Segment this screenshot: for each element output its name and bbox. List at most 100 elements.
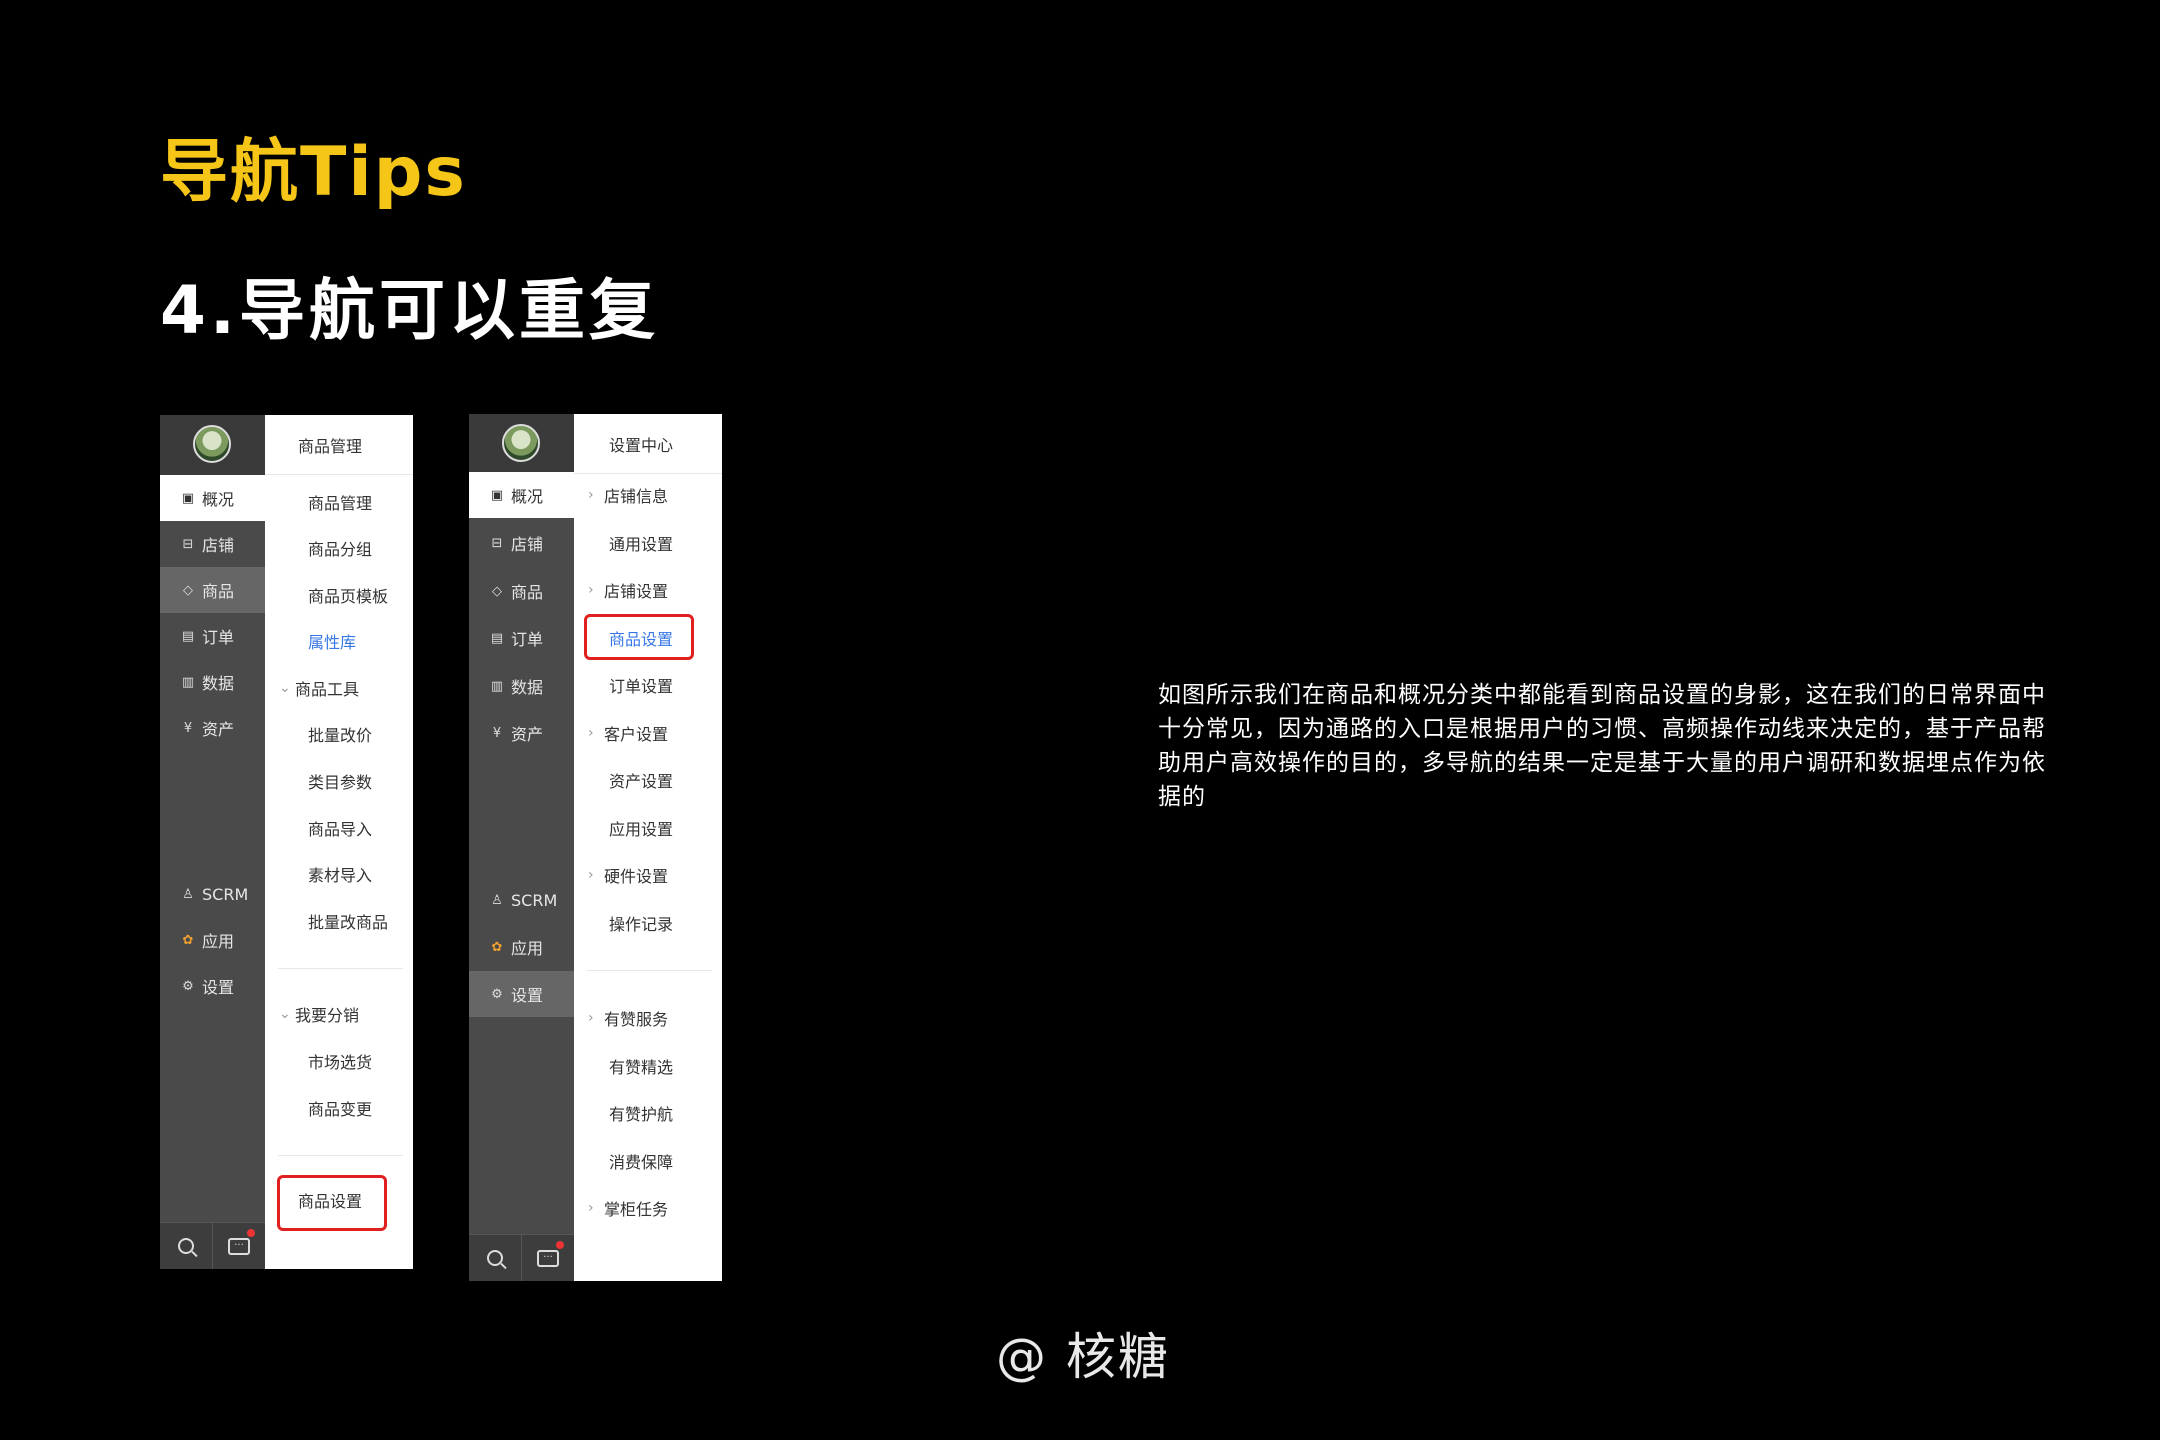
- highlight-box: [277, 1175, 387, 1231]
- chevron-right-icon: ›: [588, 725, 594, 741]
- rail-item-data[interactable]: ▥ 数据: [160, 659, 265, 705]
- subnav-item[interactable]: 素材导入: [265, 851, 413, 897]
- subnav-item[interactable]: 商品导入: [265, 805, 413, 851]
- subnav-item-label: 批量改价: [308, 726, 373, 745]
- rail-header: [469, 414, 574, 474]
- rail-item-label: 订单: [511, 630, 544, 649]
- rail-item-apps[interactable]: ✿ 应用: [160, 917, 265, 963]
- rail-item-goods[interactable]: ◇ 商品: [469, 568, 574, 614]
- apps-icon: ✿: [182, 932, 194, 948]
- chevron-right-icon: ›: [588, 1200, 594, 1216]
- subnav-item-label: 店铺设置: [604, 582, 669, 601]
- rail-item-label: 数据: [511, 678, 544, 697]
- messages-button[interactable]: ···: [521, 1235, 574, 1281]
- rail-item-label: 概况: [202, 490, 235, 509]
- subnav-item[interactable]: › 掌柜任务: [574, 1185, 722, 1231]
- subnav-item-label: 资产设置: [609, 772, 674, 791]
- dashboard-icon: ▣: [490, 487, 504, 503]
- subnav-group-label: 我要分销: [295, 1006, 360, 1025]
- section-subtitle: 4.导航可以重复: [160, 272, 659, 349]
- rail-item-label: 应用: [202, 932, 235, 951]
- chevron-down-icon: ⌄: [279, 1006, 291, 1022]
- subnav-item[interactable]: 有赞护航: [574, 1090, 722, 1136]
- chevron-right-icon: ›: [588, 867, 594, 883]
- rail-footer: ···: [469, 1234, 574, 1281]
- dashboard-icon: ▣: [181, 490, 195, 506]
- description-text: 如图所示我们在商品和概况分类中都能看到商品设置的身影，这在我们的日常界面中十分常…: [1158, 682, 2046, 810]
- subnav-item-label: 客户设置: [604, 725, 669, 744]
- subnav-item[interactable]: 商品管理: [265, 479, 413, 525]
- subnav-item[interactable]: › 店铺设置: [574, 567, 722, 613]
- left-nav-panel: ▣ 概况 ⊟ 店铺 ◇ 商品 ▤ 订单 ▥ 数据 ¥ 资产 ♙ SCRM ✿ 应用 ⚙ 设置 ··…: [160, 415, 413, 1269]
- rail-item-goods[interactable]: ◇ 商品: [160, 567, 265, 613]
- subnav-item-label: 商品导入: [308, 820, 373, 839]
- subnav-group-distribution[interactable]: ⌄ 我要分销: [265, 991, 413, 1037]
- subnav-item[interactable]: 有赞精选: [574, 1043, 722, 1089]
- subnav-item[interactable]: 批量改商品: [265, 898, 413, 944]
- subnav-item[interactable]: 操作记录: [574, 900, 722, 946]
- subnav-item[interactable]: 订单设置: [574, 662, 722, 708]
- subnav-item[interactable]: 应用设置: [574, 805, 722, 851]
- subnav-group-label: 商品工具: [295, 680, 360, 699]
- subnav-item-label: 硬件设置: [604, 867, 669, 886]
- primary-rail: ▣ 概况 ⊟ 店铺 ◇ 商品 ▤ 订单 ▥ 数据 ¥ 资产 ♙ SCRM ✿ 应用 ⚙ 设置 ··…: [160, 415, 265, 1269]
- subnav-item-label: 素材导入: [308, 866, 373, 885]
- rail-item-scrm[interactable]: ♙ SCRM: [160, 871, 265, 917]
- tag-icon: ◇: [183, 582, 193, 598]
- rail-item-assets[interactable]: ¥ 资产: [160, 705, 265, 751]
- subnav-item[interactable]: 消费保障: [574, 1138, 722, 1184]
- subnav-group-goods-tools[interactable]: ⌄ 商品工具: [265, 665, 413, 711]
- rail-item-label: 设置: [202, 978, 235, 997]
- subnav-item[interactable]: 资产设置: [574, 757, 722, 803]
- subnav-item-label: 市场选货: [308, 1053, 373, 1072]
- subnav-item[interactable]: 批量改价: [265, 711, 413, 757]
- rail-item-label: 数据: [202, 674, 235, 693]
- subnav-item[interactable]: 类目参数: [265, 758, 413, 804]
- search-button[interactable]: [469, 1235, 521, 1281]
- chevron-down-icon: ⌄: [279, 680, 291, 696]
- rail-item-apps[interactable]: ✿ 应用: [469, 924, 574, 970]
- rail-item-settings[interactable]: ⚙ 设置: [160, 963, 265, 1009]
- rail-item-label: 店铺: [511, 535, 544, 554]
- gear-icon: ⚙: [491, 986, 503, 1002]
- rail-item-settings[interactable]: ⚙ 设置: [469, 971, 574, 1017]
- subnav-item-label: 通用设置: [609, 535, 674, 554]
- rail-item-scrm[interactable]: ♙ SCRM: [469, 877, 574, 923]
- subnav-item[interactable]: › 硬件设置: [574, 852, 722, 898]
- rail-item-orders[interactable]: ▤ 订单: [469, 615, 574, 661]
- rail-item-label: 应用: [511, 939, 544, 958]
- rail-item-store[interactable]: ⊟ 店铺: [469, 520, 574, 566]
- rail-item-label: SCRM: [202, 884, 249, 904]
- subnav-item-label: 类目参数: [308, 773, 373, 792]
- apps-icon: ✿: [491, 939, 503, 955]
- store-icon: ⊟: [182, 536, 194, 552]
- primary-rail: ▣ 概况 ⊟ 店铺 ◇ 商品 ▤ 订单 ▥ 数据 ¥ 资产 ♙ SCRM ✿ 应用 ⚙ 设置 ··…: [469, 414, 574, 1281]
- subnav-item[interactable]: 商品页模板: [265, 572, 413, 618]
- right-nav-panel: ▣ 概况 ⊟ 店铺 ◇ 商品 ▤ 订单 ▥ 数据 ¥ 资产 ♙ SCRM ✿ 应用 ⚙ 设置 ··…: [469, 414, 722, 1281]
- rail-header: [160, 415, 265, 475]
- avatar[interactable]: [502, 424, 540, 462]
- subnav-item[interactable]: 商品变更: [265, 1085, 413, 1131]
- rail-item-data[interactable]: ▥ 数据: [469, 663, 574, 709]
- search-button[interactable]: [160, 1223, 212, 1269]
- order-icon: ▤: [490, 630, 504, 646]
- tag-icon: ◇: [492, 583, 502, 599]
- subnav-item[interactable]: › 有赞服务: [574, 995, 722, 1041]
- rail-item-overview[interactable]: ▣ 概况: [160, 475, 265, 521]
- subnav-item[interactable]: 通用设置: [574, 520, 722, 566]
- subnav-item[interactable]: 商品分组: [265, 525, 413, 571]
- subnav-item[interactable]: › 店铺信息: [574, 472, 722, 518]
- subnav-item[interactable]: 市场选货: [265, 1038, 413, 1084]
- rail-item-orders[interactable]: ▤ 订单: [160, 613, 265, 659]
- subnav-item[interactable]: › 客户设置: [574, 710, 722, 756]
- rail-item-overview[interactable]: ▣ 概况: [469, 472, 574, 518]
- avatar[interactable]: [193, 425, 231, 463]
- rail-item-store[interactable]: ⊟ 店铺: [160, 521, 265, 567]
- gear-icon: ⚙: [182, 978, 194, 994]
- subnav-item-label: 商品变更: [308, 1100, 373, 1119]
- subnav-item-active[interactable]: 属性库: [265, 618, 413, 664]
- rail-item-assets[interactable]: ¥ 资产: [469, 710, 574, 756]
- yen-icon: ¥: [492, 725, 502, 741]
- search-icon: [178, 1238, 194, 1254]
- messages-button[interactable]: ···: [212, 1223, 265, 1269]
